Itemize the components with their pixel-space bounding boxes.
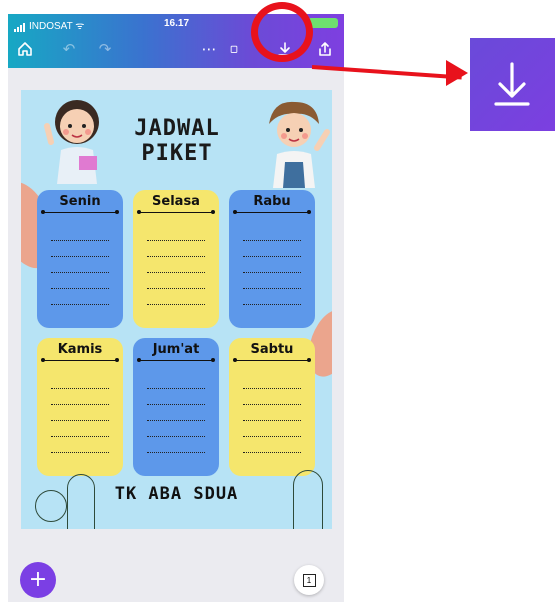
dotted-line <box>147 240 205 241</box>
phone-screen: INDOSAT ᯤ 16.17 ↶ ↷ ⋯ JADWAL PIKET Senin… <box>8 14 344 602</box>
dotted-line <box>243 420 301 421</box>
dotted-line <box>51 288 109 289</box>
day-card-rabu[interactable]: Rabu <box>229 190 315 328</box>
download-icon <box>494 62 530 106</box>
dotted-line <box>147 436 205 437</box>
dotted-line <box>243 304 301 305</box>
share-icon[interactable] <box>314 38 336 60</box>
redo-icon[interactable]: ↷ <box>94 38 116 60</box>
day-card-senin[interactable]: Senin <box>37 190 123 328</box>
callout-arrow-head <box>446 60 468 86</box>
highlight-circle <box>251 2 313 62</box>
dotted-line <box>147 388 205 389</box>
day-underline <box>233 210 311 214</box>
signal-icon <box>14 21 26 32</box>
dotted-line <box>51 452 109 453</box>
day-label: Rabu <box>253 194 291 209</box>
dotted-line <box>51 256 109 257</box>
girl-illustration <box>43 94 115 188</box>
day-card-jumat[interactable]: Jum'at <box>133 338 219 476</box>
carrier: INDOSAT ᯤ <box>14 18 84 32</box>
add-button[interactable]: + <box>20 562 56 598</box>
dotted-line <box>51 420 109 421</box>
dotted-line <box>243 388 301 389</box>
day-label: Jum'at <box>152 342 200 357</box>
dotted-line <box>51 304 109 305</box>
dotted-line <box>147 256 205 257</box>
day-underline <box>41 358 119 362</box>
clock: 16.17 <box>164 18 190 29</box>
undo-icon[interactable]: ↶ <box>58 38 80 60</box>
dotted-line <box>147 420 205 421</box>
day-card-kamis[interactable]: Kamis <box>37 338 123 476</box>
dotted-line <box>147 288 205 289</box>
dotted-line <box>243 404 301 405</box>
dotted-line <box>243 452 301 453</box>
pages-button[interactable]: 1 <box>294 565 324 595</box>
dotted-line <box>243 256 301 257</box>
schedule-title: JADWAL PIKET <box>121 116 233 166</box>
more-icon[interactable]: ⋯ <box>198 38 220 60</box>
boy-illustration <box>259 96 331 192</box>
dotted-line <box>147 404 205 405</box>
dotted-line <box>243 436 301 437</box>
dotted-line <box>147 452 205 453</box>
day-label: Kamis <box>57 342 103 357</box>
day-underline <box>41 210 119 214</box>
day-label: Selasa <box>152 194 200 209</box>
dotted-line <box>51 388 109 389</box>
day-underline <box>137 210 215 214</box>
day-card-sabtu[interactable]: Sabtu <box>229 338 315 476</box>
day-card-selasa[interactable]: Selasa <box>133 190 219 328</box>
day-underline <box>137 358 215 362</box>
day-label: Senin <box>59 194 101 209</box>
dotted-line <box>51 240 109 241</box>
dotted-line <box>147 272 205 273</box>
day-label: Sabtu <box>250 342 294 357</box>
title-line-1: JADWAL <box>134 116 220 141</box>
title-line-2: PIKET <box>141 141 213 166</box>
pages-icon: 1 <box>302 573 316 587</box>
layers-icon[interactable] <box>230 38 238 60</box>
dotted-line <box>243 288 301 289</box>
day-underline <box>233 358 311 362</box>
dotted-line <box>51 436 109 437</box>
zoomed-download-button <box>470 38 555 131</box>
design-canvas[interactable]: JADWAL PIKET Senin Selasa Rabu Kamis Jum… <box>21 90 332 529</box>
dotted-line <box>51 404 109 405</box>
dotted-line <box>51 272 109 273</box>
school-name: TK ABA SDUA <box>114 484 239 504</box>
dotted-line <box>243 272 301 273</box>
dotted-line <box>243 240 301 241</box>
home-icon[interactable] <box>14 38 36 60</box>
dotted-line <box>147 304 205 305</box>
